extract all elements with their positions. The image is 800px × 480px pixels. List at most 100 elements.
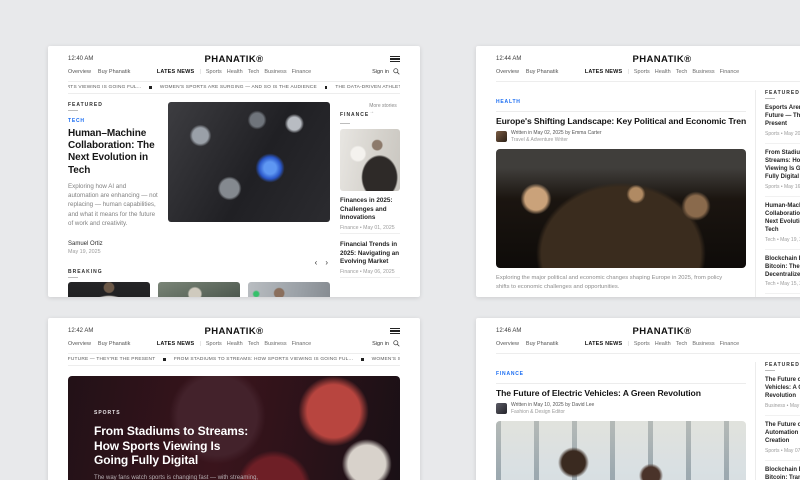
nav-divider: |: [199, 69, 200, 75]
nav-divider: |: [627, 341, 628, 347]
nav-item[interactable]: Tech: [676, 69, 688, 75]
article-hero-image: [496, 149, 746, 268]
finance-article[interactable]: Financial Trends in 2025: Navigating an …: [340, 241, 400, 278]
finance-article-title[interactable]: Financial Trends in 2025: Navigating an …: [340, 241, 400, 267]
canvas: 12:40 AM PHANATIK® OverviewBuy Phanatik …: [0, 0, 800, 480]
image-caption: Exploring the major political and econom…: [496, 274, 736, 292]
nav-item[interactable]: Finance: [720, 69, 740, 75]
featured-sidebar: FEATURED Esports Aren't the Future — The…: [755, 90, 800, 297]
finance-sidebar: FINANCE More stories → Finances in 2025:…: [340, 102, 400, 297]
lates-news-label: LATES NEWS: [157, 69, 195, 75]
more-stories-link[interactable]: More stories →: [369, 103, 400, 115]
article-main: FINANCE The Future of Electric Vehicles:…: [496, 362, 746, 480]
article-headline: The Future of Electric Vehicles: A Green…: [496, 388, 746, 398]
featured-sidebar: FEATURED The Future of Electric Vehicles…: [755, 362, 800, 480]
featured-article-title[interactable]: The Future of Electric Vehicles: A Green…: [765, 376, 800, 400]
featured-article[interactable]: Esports Aren't the Future — They're the …: [765, 99, 800, 144]
ticker-item[interactable]: FROM STADIUMS TO STREAMS: HOW SPORTS VIE…: [174, 357, 353, 362]
news-ticker[interactable]: SPORTS VIEWING IS GOING FUL... WOMEN'S SP…: [68, 82, 400, 94]
nav-item[interactable]: Business: [692, 69, 714, 75]
nav-item[interactable]: Business: [264, 69, 286, 75]
byline-text: Written in May 02, 2025 by Emma Carter: [511, 130, 602, 136]
ev-article-card: 12:46 AM PHANATIK® OverviewBuy Phanatik …: [476, 318, 800, 480]
nav-item[interactable]: Health: [655, 341, 671, 347]
featured-article-title[interactable]: Blockchain Beyond Bitcoin: The Future of…: [765, 255, 800, 279]
category-tag[interactable]: HEALTH: [496, 99, 521, 105]
featured-article-meta: Tech • May 19, 2025: [765, 237, 800, 243]
main-nav: LATES NEWS | Sports Health Tech Business Fin…: [496, 69, 800, 75]
nav-item[interactable]: Finance: [292, 341, 312, 347]
nav-item[interactable]: Tech: [248, 341, 260, 347]
publish-date: May 19, 2025: [68, 249, 158, 255]
featured-article-meta: Sports • May 20, 2025: [765, 131, 800, 137]
nav-item[interactable]: Finance: [720, 341, 740, 347]
category-tag[interactable]: TECH: [68, 118, 158, 124]
site-logo: PHANATIK®: [68, 326, 400, 337]
lead-headline[interactable]: Human–Machine Collaboration: The Next Ev…: [68, 128, 158, 177]
category-tag[interactable]: FINANCE: [496, 371, 524, 377]
featured-article[interactable]: Human-Machine Collaboration: The Next Ev…: [765, 197, 800, 250]
finance-article[interactable]: Finances in 2025: Challenges and Innovat…: [340, 197, 400, 234]
nav-item[interactable]: Finance: [292, 69, 312, 75]
lead-excerpt: Exploring how AI and automation are enha…: [68, 182, 158, 228]
sports-headline[interactable]: From Stadiums to Streams: How Sports Vie…: [94, 424, 254, 468]
breaking-thumb-3[interactable]: [248, 282, 330, 297]
breaking-thumb-2[interactable]: [158, 282, 240, 297]
featured-article-title[interactable]: From Stadiums to Streams: How Sports Vie…: [765, 149, 800, 181]
ticker-bullet-icon: [163, 358, 166, 361]
ticker-bullet-icon: [325, 86, 328, 89]
featured-article[interactable]: The Future of Work: Automation and Job C…: [765, 416, 800, 461]
featured-label: FEATURED: [765, 90, 800, 96]
author-name: Samuel Ortiz: [68, 241, 158, 247]
sports-hero-image[interactable]: SPORTS From Stadiums to Streams: How Spo…: [68, 376, 400, 480]
lates-news-label: LATES NEWS: [585, 69, 623, 75]
nav-item[interactable]: Tech: [676, 341, 688, 347]
ticker-item[interactable]: WOMEN'S SPORTS ARE SURGING — AND SO IS T…: [160, 85, 317, 90]
nav-item[interactable]: Tech: [248, 69, 260, 75]
home-main-area: FEATURED TECH Human–Machine Collaboratio…: [68, 102, 330, 297]
ticker-item[interactable]: SPORTS VIEWING IS GOING FUL...: [68, 85, 141, 90]
nav-divider: |: [627, 69, 628, 75]
nav-item[interactable]: Sports: [206, 69, 222, 75]
sports-excerpt: The way fans watch sports is changing fa…: [94, 474, 274, 480]
featured-label: FEATURED: [68, 102, 158, 108]
site-logo: PHANATIK®: [496, 54, 800, 65]
ticker-bullet-icon: [361, 358, 364, 361]
lead-article-image[interactable]: [168, 102, 330, 222]
author-role: Fashion & Design Editor: [511, 409, 594, 415]
finance-article-image[interactable]: [340, 129, 400, 191]
carousel-next-icon[interactable]: ›: [325, 259, 328, 267]
author-role: Travel & Adventure Writer: [511, 137, 602, 143]
finance-article-title[interactable]: Finances in 2025: Challenges and Innovat…: [340, 197, 400, 223]
nav-item[interactable]: Business: [264, 341, 286, 347]
carousel-prev-icon[interactable]: ‹: [315, 259, 318, 267]
breaking-thumb-1[interactable]: [68, 282, 150, 297]
featured-article-meta: Tech • May 15, 2025: [765, 281, 800, 287]
ticker-item[interactable]: THE DATA-DRIVEN ATHLETE: HOW TECHNOLOGY …: [335, 85, 400, 90]
ticker-item[interactable]: THE FUTURE — THEY'RE THE PRESENT: [68, 357, 155, 362]
author-avatar: [496, 403, 507, 414]
featured-article-title[interactable]: The Future of Work: Automation and Job C…: [765, 421, 800, 445]
nav-item[interactable]: Health: [227, 341, 243, 347]
site-logo: PHANATIK®: [68, 54, 400, 65]
featured-article-title[interactable]: Esports Aren't the Future — They're the …: [765, 104, 800, 128]
nav-item[interactable]: Sports: [206, 341, 222, 347]
nav-item[interactable]: Business: [692, 341, 714, 347]
featured-article[interactable]: From Stadiums to Streams: How Sports Vie…: [765, 144, 800, 197]
nav-item[interactable]: Sports: [634, 341, 650, 347]
ticker-item[interactable]: WOMEN'S SPORTS ARE SURGING — AND SO IS T…: [372, 357, 400, 362]
featured-article-title[interactable]: Blockchain Beyond Bitcoin: Transforming …: [765, 466, 800, 480]
nav-item[interactable]: Health: [227, 69, 243, 75]
finance-article-meta: Finance • May 06, 2025: [340, 269, 400, 275]
news-ticker[interactable]: THE FUTURE — THEY'RE THE PRESENT FROM STA…: [68, 354, 400, 366]
category-tag[interactable]: SPORTS: [94, 410, 274, 416]
featured-article-title[interactable]: Human-Machine Collaboration: The Next Ev…: [765, 202, 800, 234]
breaking-label: BREAKING: [68, 269, 330, 275]
featured-article[interactable]: Blockchain Beyond Bitcoin: Transforming …: [765, 461, 800, 480]
nav-item[interactable]: Sports: [634, 69, 650, 75]
article-headline: Europe's Shifting Landscape: Key Politic…: [496, 116, 746, 126]
home-page-card: 12:40 AM PHANATIK® OverviewBuy Phanatik …: [48, 46, 420, 297]
featured-article[interactable]: Blockchain Beyond Bitcoin: The Future of…: [765, 250, 800, 295]
featured-article[interactable]: The Future of Electric Vehicles: A Green…: [765, 371, 800, 416]
nav-item[interactable]: Health: [655, 69, 671, 75]
